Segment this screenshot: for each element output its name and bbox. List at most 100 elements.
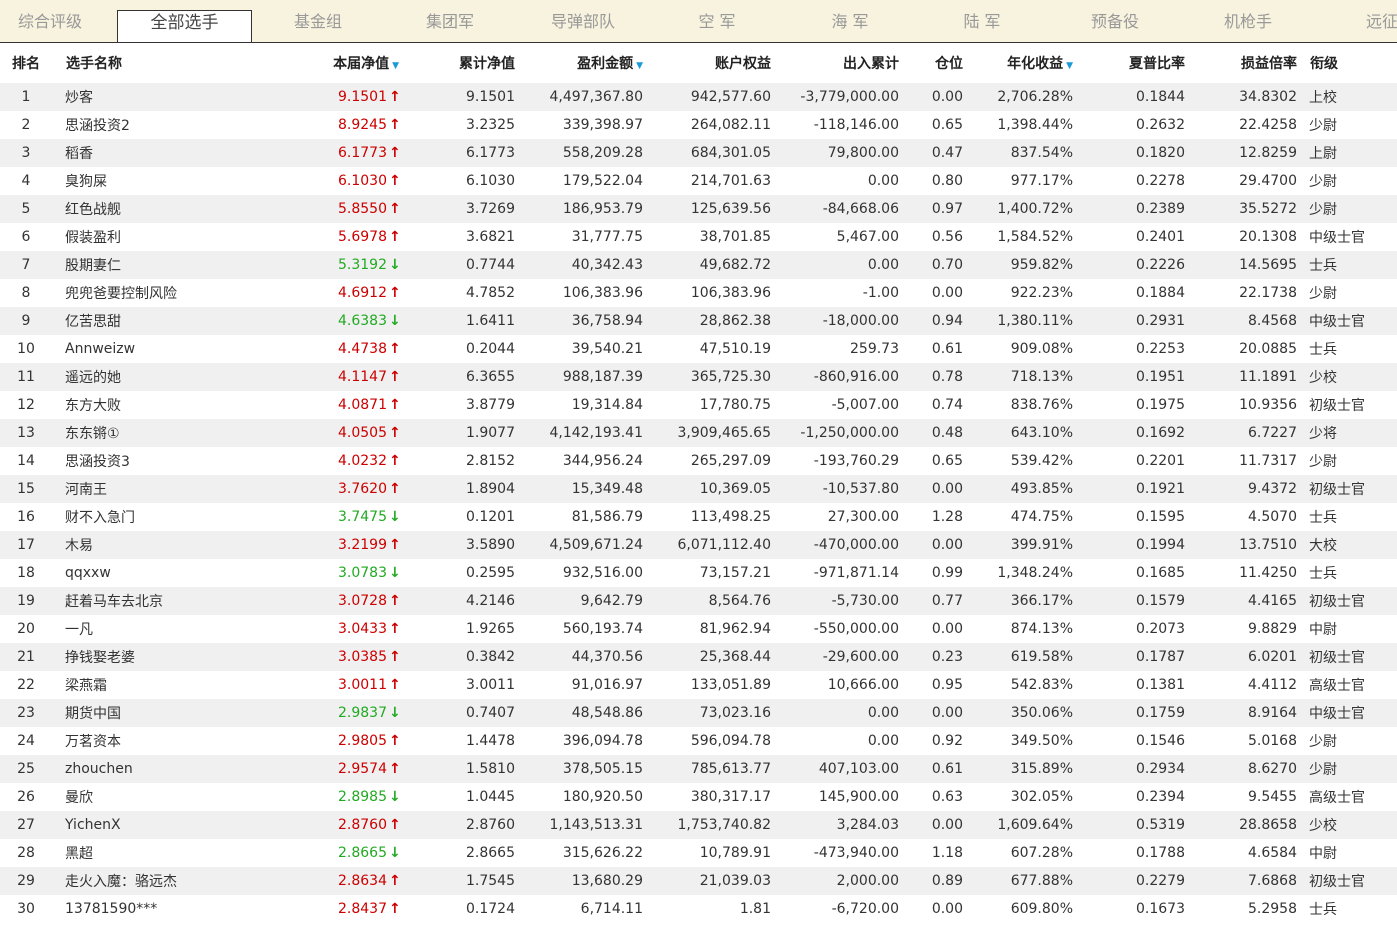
tab-overall-rating[interactable]: 综合评级 [0, 0, 100, 42]
player-name-cell[interactable]: 兜兜爸要控制风险 [52, 279, 257, 307]
tab-missile-force[interactable]: 导弹部队 [533, 0, 633, 42]
player-name-cell[interactable]: 臭狗屎 [52, 167, 257, 195]
tab-expedition[interactable]: 远征军 [1340, 0, 1397, 42]
profit-cell: 179,522.04 [515, 167, 643, 195]
player-name-cell[interactable]: 财不入急门 [52, 503, 257, 531]
player-name-link[interactable]: zhouchen [52, 761, 133, 777]
header-annual[interactable]: 年化收益 ▼ [963, 43, 1073, 83]
cum-nav-cell: 0.2595 [405, 559, 515, 587]
player-name-link[interactable]: 赶着马车去北京 [52, 594, 163, 610]
position-cell: 0.00 [899, 699, 963, 727]
tab-army-group[interactable]: 集团军 [400, 0, 500, 42]
cum-nav-cell: 0.1724 [405, 895, 515, 923]
player-name-cell[interactable]: 东东锵① [52, 419, 257, 447]
player-name-link[interactable]: 财不入急门 [52, 510, 135, 526]
equity-cell: 6,071,112.40 [643, 531, 771, 559]
position-cell: 0.97 [899, 195, 963, 223]
player-name-cell[interactable]: 木易 [52, 531, 257, 559]
player-name-cell[interactable]: 红色战舰 [52, 195, 257, 223]
player-name-link[interactable]: 走火入魔：骆远杰 [52, 874, 177, 890]
table-row: 28 黑超 2.8665 ↓ 2.8665 315,626.22 10,789.91 -473… [0, 839, 1397, 867]
player-name-link[interactable]: 稻香 [52, 146, 93, 162]
player-name-cell[interactable]: 思涵投资3 [52, 447, 257, 475]
player-name-link[interactable]: 木易 [52, 538, 93, 554]
player-name-link[interactable]: qqxxw [52, 565, 111, 581]
rank-cell: 2 [0, 111, 52, 139]
tab-reserve[interactable]: 预备役 [1065, 0, 1165, 42]
player-name-link[interactable]: 东东锵① [52, 426, 120, 442]
tab-army[interactable]: 陆 军 [932, 0, 1032, 42]
player-name-cell[interactable]: 假装盈利 [52, 223, 257, 251]
player-name-link[interactable]: 河南王 [52, 482, 107, 498]
player-name-cell[interactable]: YichenX [52, 811, 257, 839]
rank-title-cell: 少尉 [1297, 167, 1397, 195]
rank-cell: 24 [0, 727, 52, 755]
tab-navy[interactable]: 海 军 [800, 0, 900, 42]
player-name-link[interactable]: YichenX [52, 817, 121, 833]
tab-all-players[interactable]: 全部选手 [117, 10, 252, 42]
player-name-cell[interactable]: 期货中国 [52, 699, 257, 727]
rank-cell: 25 [0, 755, 52, 783]
player-name-cell[interactable]: 万茗资本 [52, 727, 257, 755]
player-name-link[interactable]: 梁燕霜 [52, 678, 107, 694]
player-name-cell[interactable]: 赶着马车去北京 [52, 587, 257, 615]
player-name-cell[interactable]: 遥远的她 [52, 363, 257, 391]
rank-title: 少校 [1309, 370, 1337, 386]
nav-value: 5.6978 [338, 229, 387, 245]
player-name-cell[interactable]: 东方大败 [52, 391, 257, 419]
nav-value: 3.0433 [338, 621, 387, 637]
player-name-link[interactable]: 假装盈利 [52, 230, 121, 246]
position-cell: 0.74 [899, 391, 963, 419]
player-name-cell[interactable]: 13781590*** [52, 895, 257, 923]
player-name-link[interactable]: 期货中国 [52, 706, 121, 722]
player-name-cell[interactable]: 炒客 [52, 83, 257, 111]
player-name-link[interactable]: 股期妻仁 [52, 258, 121, 274]
player-name-link[interactable]: 挣钱娶老婆 [52, 650, 135, 666]
player-name-link[interactable]: 遥远的她 [52, 370, 121, 386]
header-profit[interactable]: 盈利金额 ▼ [515, 43, 643, 83]
player-name-cell[interactable]: 河南王 [52, 475, 257, 503]
rank-title: 中级士官 [1309, 706, 1365, 722]
annual-cell: 2,706.28% [963, 83, 1073, 111]
player-name-cell[interactable]: zhouchen [52, 755, 257, 783]
rank-title: 少尉 [1309, 762, 1337, 778]
cum-nav-cell: 0.7744 [405, 251, 515, 279]
player-name-link[interactable]: Annweizw [52, 341, 135, 357]
flow-cell: 10,666.00 [771, 671, 899, 699]
player-name-link[interactable]: 曼欣 [52, 790, 93, 806]
player-name-link[interactable]: 红色战舰 [52, 202, 121, 218]
player-name-link[interactable]: 万茗资本 [52, 734, 121, 750]
player-name-cell[interactable]: 曼欣 [52, 783, 257, 811]
player-name-link[interactable]: 亿苦思甜 [52, 314, 121, 330]
header-nav[interactable]: 本届净值 ▼ [257, 43, 405, 83]
player-name-cell[interactable]: 股期妻仁 [52, 251, 257, 279]
tab-fund-group[interactable]: 基金组 [268, 0, 368, 42]
player-name-link[interactable]: 炒客 [52, 90, 93, 106]
player-name-link[interactable]: 臭狗屎 [52, 174, 107, 190]
player-name-cell[interactable]: qqxxw [52, 559, 257, 587]
rank-title-cell: 少校 [1297, 811, 1397, 839]
tab-air-force[interactable]: 空 军 [667, 0, 767, 42]
player-name-link[interactable]: 东方大败 [52, 398, 121, 414]
nav-value: 3.0783 [338, 565, 387, 581]
flow-cell: -5,007.00 [771, 391, 899, 419]
sharpe-cell: 0.1759 [1073, 699, 1185, 727]
player-name-cell[interactable]: 思涵投资2 [52, 111, 257, 139]
player-name-cell[interactable]: 亿苦思甜 [52, 307, 257, 335]
tab-machine-gunner[interactable]: 机枪手 [1198, 0, 1298, 42]
player-name-link[interactable]: 思涵投资3 [52, 454, 130, 470]
player-name-link[interactable]: 13781590*** [52, 901, 157, 917]
player-name-link[interactable]: 一凡 [52, 622, 93, 638]
sharpe-cell: 0.1788 [1073, 839, 1185, 867]
player-name-cell[interactable]: 梁燕霜 [52, 671, 257, 699]
player-name-link[interactable]: 思涵投资2 [52, 118, 130, 134]
player-name-cell[interactable]: 走火入魔：骆远杰 [52, 867, 257, 895]
equity-cell: 49,682.72 [643, 251, 771, 279]
player-name-link[interactable]: 兜兜爸要控制风险 [52, 286, 177, 302]
player-name-cell[interactable]: 一凡 [52, 615, 257, 643]
player-name-cell[interactable]: 稻香 [52, 139, 257, 167]
player-name-cell[interactable]: 挣钱娶老婆 [52, 643, 257, 671]
player-name-cell[interactable]: 黑超 [52, 839, 257, 867]
player-name-cell[interactable]: Annweizw [52, 335, 257, 363]
player-name-link[interactable]: 黑超 [52, 846, 93, 862]
